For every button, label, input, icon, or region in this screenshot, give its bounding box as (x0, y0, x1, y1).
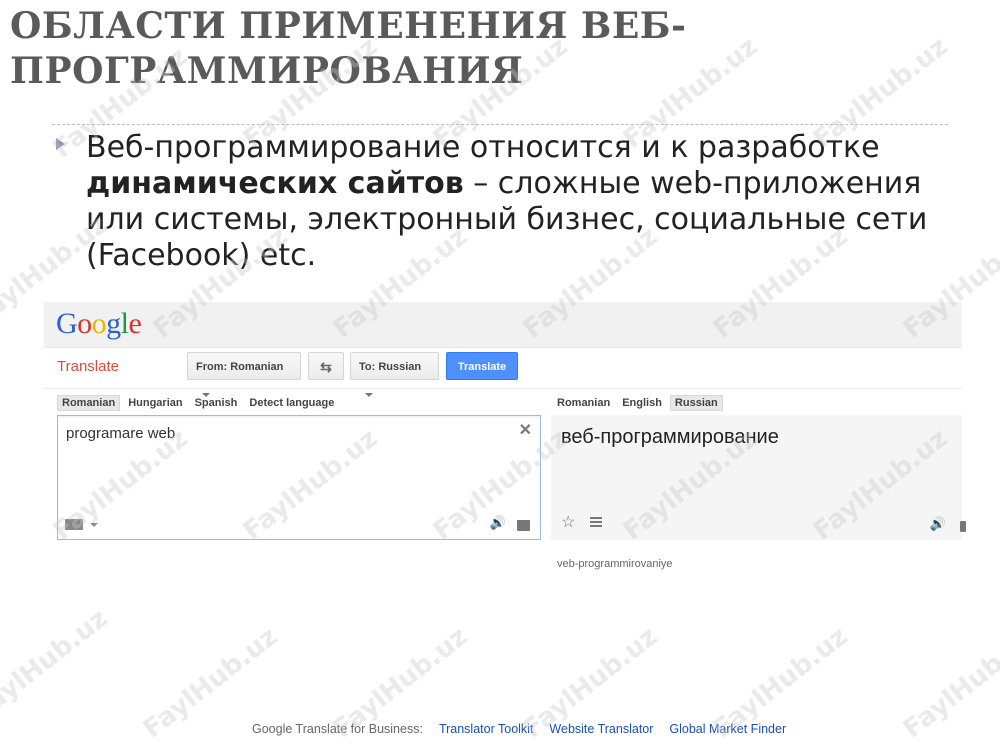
star-icon[interactable]: ☆ (561, 512, 575, 532)
bullet-text-bold: динамических сайтов (86, 166, 464, 201)
watermark: FaylHub.uz (897, 621, 1000, 745)
slide-title-line2: ПРОГРАММИРОВАНИЯ (10, 50, 524, 92)
logo-letter: G (56, 307, 78, 340)
chevron-down-icon (365, 393, 373, 398)
swap-languages-button[interactable]: ⇆ (308, 352, 344, 380)
translation-output: веб-программирование ☆ 🔊 (551, 415, 966, 540)
google-logo: Google (56, 304, 142, 344)
transliteration: veb-programmirovaniye (557, 558, 673, 570)
swap-icon: ⇆ (320, 359, 332, 375)
translation-text: веб-программирование (561, 426, 779, 448)
translate-footer: Google Translate for Business: Translator… (252, 722, 786, 736)
source-text: programare web (66, 425, 176, 442)
logo-letter: e (128, 307, 142, 340)
logo-letter: l (120, 307, 129, 340)
bullet-paragraph: Веб-программирование относится и к разра… (86, 130, 966, 274)
google-translate-screenshot: Google Translate From: Romanian ⇆ To: Ru… (44, 302, 966, 602)
slide-title: ОБЛАСТИ ПРИМЕНЕНИЯ ВЕБ- ПРОГРАММИРОВАНИЯ (10, 4, 710, 94)
product-name: Translate (57, 358, 119, 375)
translate-button[interactable]: Translate (446, 352, 518, 380)
keyboard-icon[interactable] (65, 519, 83, 530)
gt-header-bar: Google (44, 302, 962, 348)
footer-link-translator-toolkit[interactable]: Translator Toolkit (439, 722, 533, 736)
to-language-dropdown[interactable]: To: Russian (350, 352, 439, 398)
logo-letter: o (91, 307, 107, 340)
source-lang-detect[interactable]: Detect language (245, 395, 338, 411)
comment-icon[interactable] (960, 521, 966, 532)
phrasebook-icon[interactable] (590, 517, 602, 529)
source-lang-spanish[interactable]: Spanish (191, 395, 242, 411)
bullet-text-part1: Веб-программирование относится и к разра… (86, 130, 880, 165)
slide-title-line1: ОБЛАСТИ ПРИМЕНЕНИЯ ВЕБ- (10, 5, 687, 47)
target-lang-romanian[interactable]: Romanian (553, 395, 614, 411)
source-lang-hungarian[interactable]: Hungarian (124, 395, 186, 411)
logo-letter: o (77, 307, 92, 340)
target-lang-russian[interactable]: Russian (669, 395, 723, 411)
bullet-arrow-icon (56, 138, 65, 150)
gt-toolbar: Translate From: Romanian ⇆ To: Russian T… (44, 348, 962, 398)
chevron-down-icon[interactable] (90, 523, 98, 527)
source-language-bar: Romanian Hungarian Spanish Detect language (57, 395, 342, 413)
logo-letter: g (106, 307, 121, 340)
to-language-label: To: Russian (359, 361, 422, 373)
source-text-input[interactable]: programare web ✕ 🔊 (57, 415, 541, 540)
from-language-dropdown[interactable]: From: Romanian (187, 352, 301, 398)
speaker-icon[interactable]: 🔊 (490, 515, 506, 531)
target-lang-english[interactable]: English (618, 395, 666, 411)
comment-icon[interactable] (517, 520, 530, 531)
from-language-label: From: Romanian (196, 361, 284, 373)
footer-link-global-market-finder[interactable]: Global Market Finder (669, 722, 786, 736)
footer-link-website-translator[interactable]: Website Translator (549, 722, 653, 736)
speaker-icon[interactable]: 🔊 (930, 516, 946, 532)
footer-prefix: Google Translate for Business: (252, 722, 423, 736)
title-divider (52, 124, 948, 125)
clear-icon[interactable]: ✕ (519, 420, 532, 440)
watermark: FaylHub.uz (0, 603, 114, 727)
target-language-bar: Romanian English Russian (553, 395, 727, 413)
source-lang-romanian[interactable]: Romanian (57, 395, 121, 411)
